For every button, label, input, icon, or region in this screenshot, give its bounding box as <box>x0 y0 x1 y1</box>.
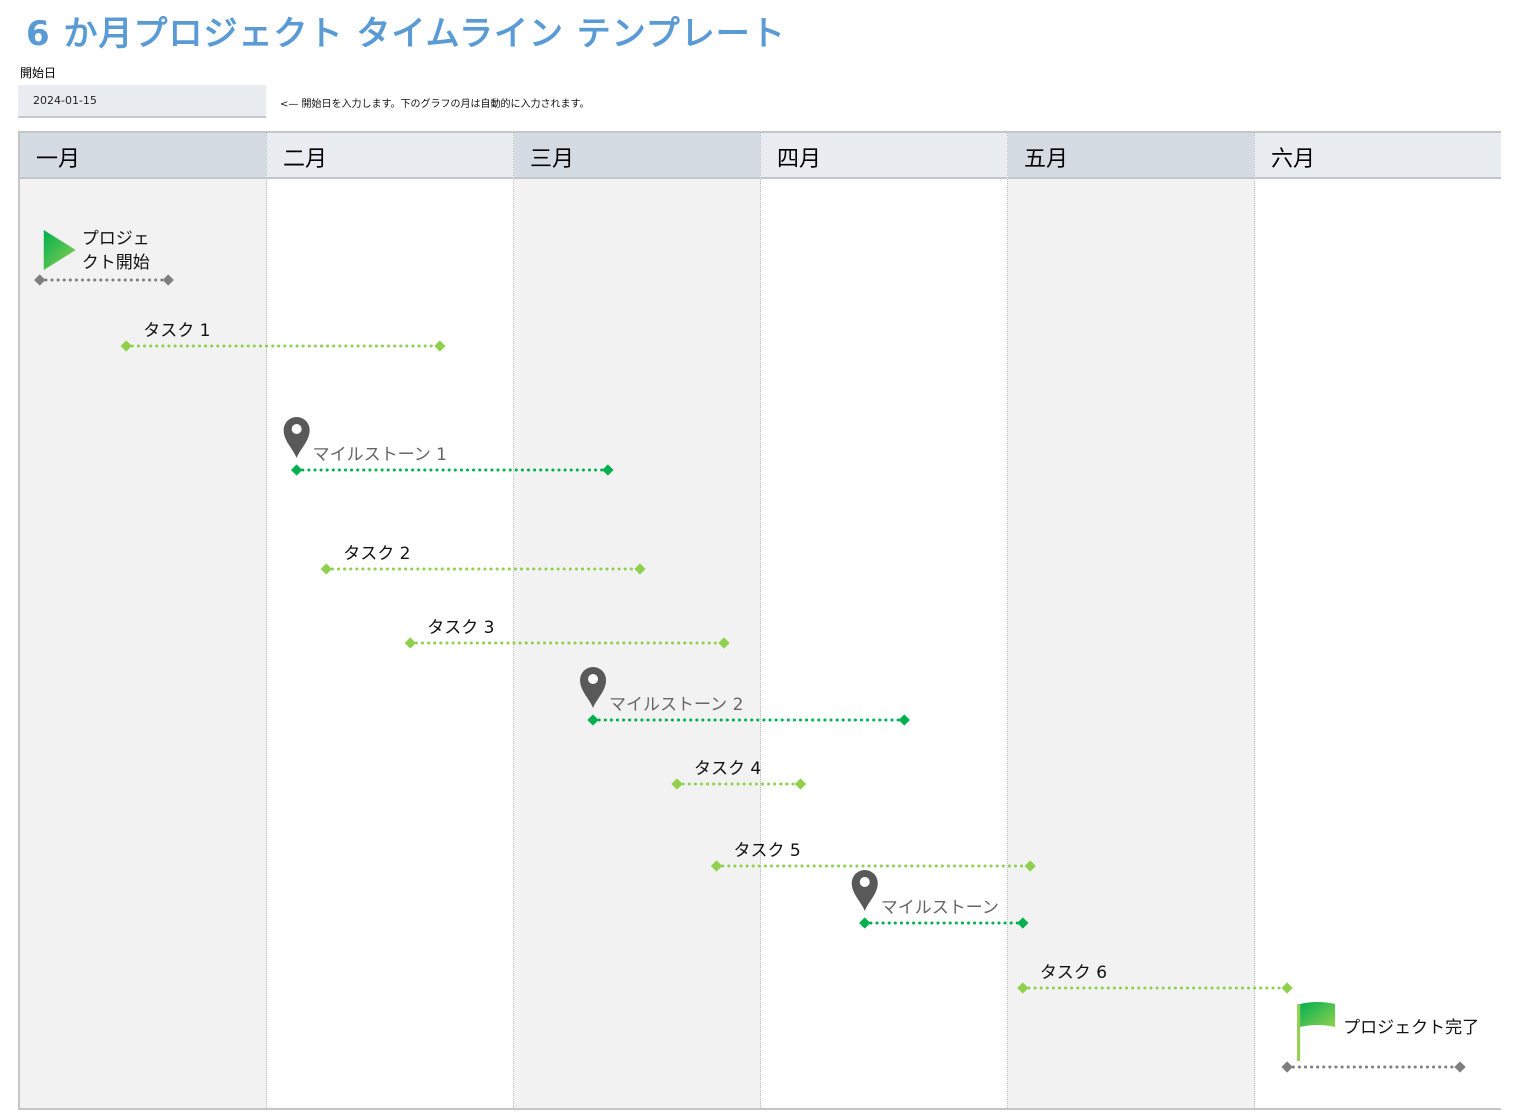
flag-icon <box>1297 1002 1336 1061</box>
end-diamond-marker <box>634 563 646 575</box>
timeline-item-4[interactable] <box>320 563 646 575</box>
end-diamond-marker <box>718 637 730 649</box>
timeline-item-label: マイルストーン 1 <box>312 445 447 465</box>
timeline-item-label: マイルストーン 2 <box>609 695 744 715</box>
end-diamond-marker <box>794 778 807 790</box>
start-diamond-marker <box>710 860 723 872</box>
timeline-item-7[interactable] <box>671 778 807 790</box>
map-pin-icon <box>580 667 607 708</box>
timeline-item-label: タスク 1 <box>143 321 211 341</box>
end-diamond-marker <box>1017 917 1029 929</box>
start-diamond-marker <box>320 563 332 575</box>
timeline-item-5[interactable] <box>404 637 730 649</box>
timeline-item-label: タスク 6 <box>1039 963 1108 983</box>
timeline-item-8[interactable] <box>710 860 1036 872</box>
map-pin-hole <box>588 674 599 684</box>
start-diamond-marker <box>1281 1061 1293 1073</box>
end-diamond-marker <box>602 464 614 476</box>
timeline-item-label: タスク 4 <box>694 759 762 779</box>
timeline-item-2[interactable] <box>120 340 446 352</box>
map-pin-hole <box>291 424 302 434</box>
end-diamond-marker <box>898 714 910 726</box>
start-diamond-marker <box>587 714 599 726</box>
end-diamond-marker <box>434 340 446 352</box>
timeline-item-label: タスク 5 <box>733 841 801 861</box>
timeline-item-10[interactable] <box>1017 982 1293 994</box>
timeline-svg <box>34 230 1466 1073</box>
map-pin-icon <box>851 870 878 911</box>
map-pin-icon <box>283 417 310 458</box>
start-diamond-marker <box>671 778 683 790</box>
play-triangle-icon <box>43 230 76 270</box>
timeline-item-label: プロジェクト完了 <box>1343 1018 1480 1038</box>
start-diamond-marker <box>404 637 416 649</box>
map-pin-hole <box>859 877 870 887</box>
end-diamond-marker <box>1024 860 1036 872</box>
end-diamond-marker <box>162 274 174 286</box>
start-diamond-marker <box>1017 982 1029 994</box>
start-diamond-marker <box>120 340 132 352</box>
timeline-item-label: タスク 2 <box>343 544 411 564</box>
start-diamond-marker <box>34 274 46 286</box>
timeline-chart: プロジェクト開始タスク 1 マイルストーン 1 タスク 2 タスク 3 マイルストーン … <box>0 0 1539 1120</box>
timeline-item-label: マイルストーン <box>880 898 999 918</box>
end-diamond-marker <box>1454 1061 1466 1073</box>
start-diamond-marker <box>290 464 303 476</box>
timeline-item-label: タスク 3 <box>427 618 495 638</box>
timeline-item-label: プロジェクト開始 <box>81 229 150 273</box>
start-diamond-marker <box>859 917 871 929</box>
end-diamond-marker <box>1281 982 1293 994</box>
